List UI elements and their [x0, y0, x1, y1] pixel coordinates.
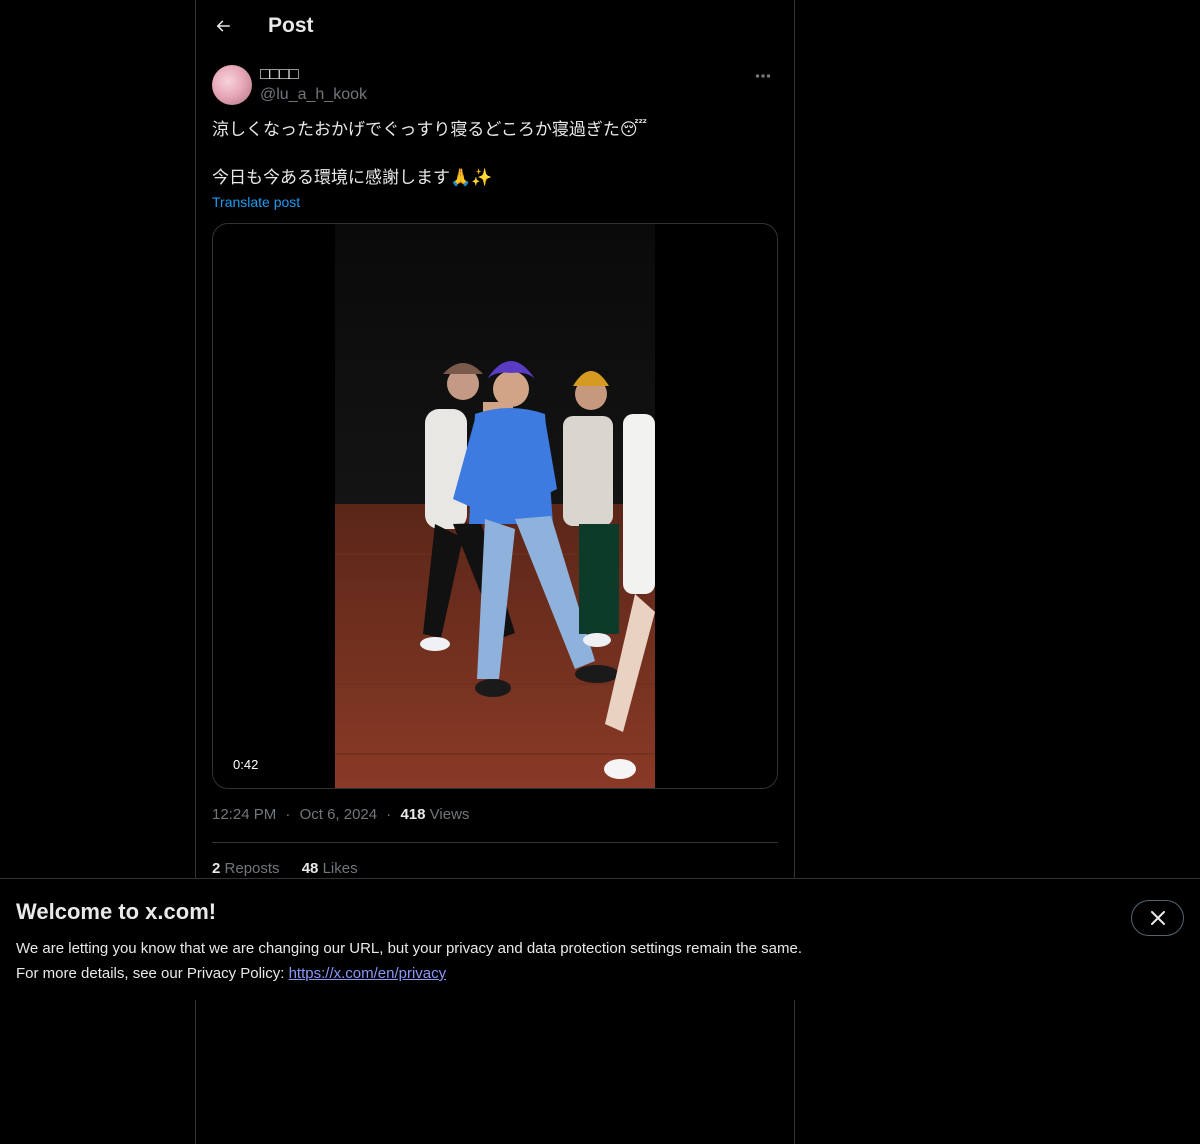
post-author: □□□□ @lu_a_h_kook [212, 64, 778, 108]
page-title: Post [268, 14, 314, 37]
translate-post-link[interactable]: Translate post [212, 194, 300, 210]
back-button[interactable] [206, 9, 240, 43]
reposts-count: 2 [212, 860, 221, 877]
banner-title: Welcome to x.com! [16, 899, 217, 924]
views-label: Views [429, 806, 470, 823]
author-handle[interactable]: @lu_a_h_kook [260, 86, 367, 104]
likes-count: 48 [301, 860, 319, 877]
post-stats: 2 Reposts 48 Likes [212, 860, 376, 877]
more-options-button[interactable] [748, 64, 778, 88]
reposts-label: Reposts [224, 860, 280, 877]
post-text: 涼しくなったおかげでぐっすり寝るどころか寝過ぎた😴 今日も今ある環境に感謝します… [212, 118, 778, 190]
views-count: 418 [400, 806, 426, 823]
likes-stat[interactable]: 48 Likes [302, 860, 358, 877]
post-header: Post [196, 0, 794, 54]
url-change-banner: Welcome to x.com! We are letting you kno… [0, 878, 1200, 1000]
post-text-line: 涼しくなったおかげでぐっすり寝るどころか寝過ぎた😴 [212, 120, 648, 140]
more-horizontal-icon [755, 74, 771, 78]
close-banner-button[interactable] [1131, 900, 1184, 936]
meta-separator: · [285, 806, 291, 823]
likes-label: Likes [322, 860, 358, 877]
banner-line: We are letting you know that we are chan… [16, 940, 802, 957]
divider [212, 842, 778, 843]
video-frame [335, 224, 655, 788]
post-date[interactable]: Oct 6, 2024 [300, 806, 378, 823]
privacy-policy-link[interactable]: https://x.com/en/privacy [289, 965, 447, 982]
banner-text: We are letting you know that we are chan… [16, 936, 802, 986]
arrow-left-icon [216, 20, 230, 32]
banner-line-prefix: For more details, see our Privacy Policy… [16, 965, 289, 982]
post-metadata: 12:24 PM · Oct 6, 2024 · 418 Views [212, 806, 469, 823]
close-icon [1150, 911, 1165, 925]
avatar[interactable] [212, 65, 252, 105]
meta-separator: · [386, 806, 392, 823]
banner-line: For more details, see our Privacy Policy… [16, 961, 802, 986]
post-text-line: 今日も今ある環境に感謝します🙏✨ [212, 168, 493, 188]
post-time[interactable]: 12:24 PM [212, 806, 276, 823]
video-duration: 0:42 [227, 756, 265, 773]
reposts-stat[interactable]: 2 Reposts [212, 860, 284, 877]
author-display-name[interactable]: □□□□ [260, 66, 299, 84]
video-player[interactable]: 0:42 [212, 223, 778, 789]
